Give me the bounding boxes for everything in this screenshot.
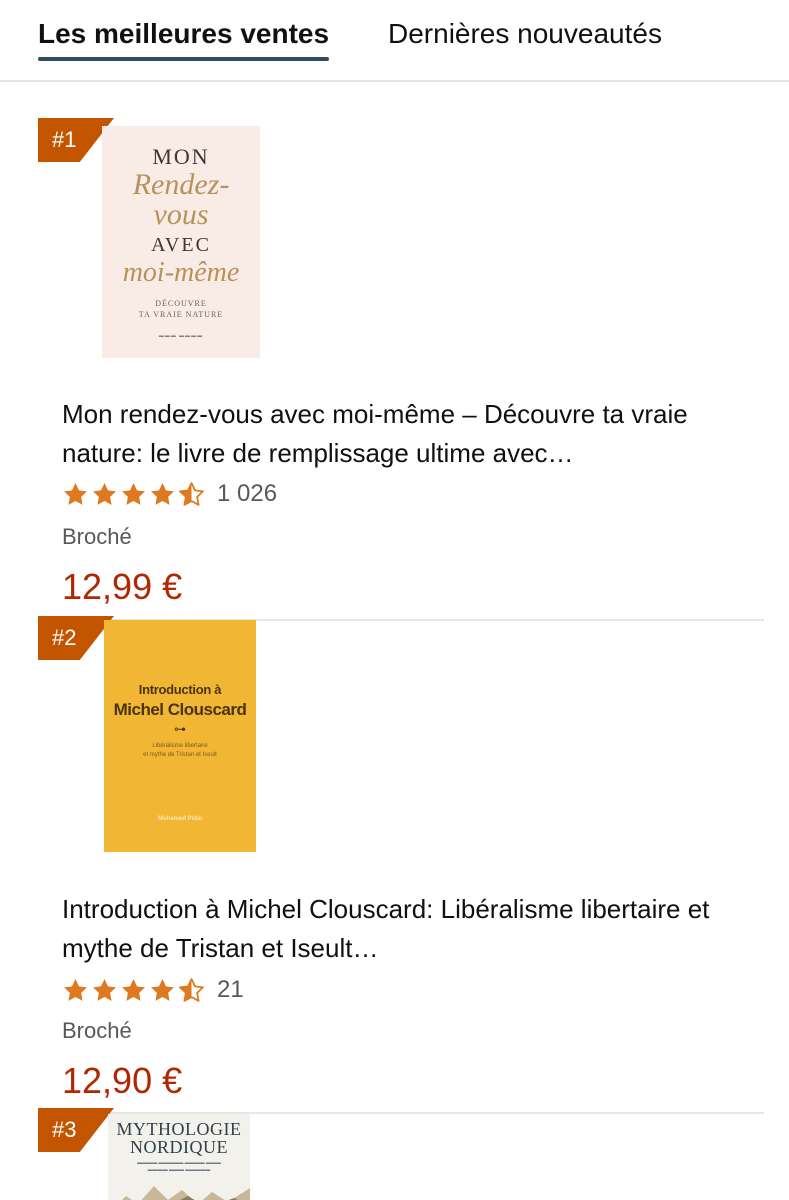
cover-text: MON [152,144,210,169]
star-half-icon [179,977,204,1002]
cover-text: NORDIQUE [130,1137,228,1157]
cover-text: vous [153,198,209,231]
cover-author-mark: ▬▬▬ ▬▬▬▬ [158,334,204,339]
star-full-icon [93,978,116,1001]
format-label: Broché [62,524,132,549]
tab-new-releases[interactable]: Dernières nouveautés [388,14,662,54]
format-label: Broché [62,1018,132,1043]
book-cover-image[interactable]: Introduction à Michel Clouscard ⊶ Libéra… [104,620,256,852]
star-rating [62,481,205,508]
star-full-icon [151,978,174,1001]
book-cover-image[interactable]: MYTHOLOGIE NORDIQUE ▬▬▬▬ ▬▬▬▬▬ ▬▬▬▬ ▬▬▬ ▬… [108,1114,250,1200]
rank-badge: #3 [38,1108,114,1152]
tab-bar: Les meilleures ventes Dernières nouveaut… [0,0,789,82]
cover-text: Rendez- [132,168,230,201]
cover-subtitle-line: et mythe de Tristan et Iseult [143,752,217,758]
star-rating [62,977,205,1004]
star-full-icon [64,978,87,1001]
price: 12,90 € [62,1060,183,1101]
cover-text: Introduction à [138,682,222,697]
book-cover-image[interactable]: MON Rendez- vous AVEC moi-même DÉCOUVRE … [102,126,260,358]
cover-subtitle-line: Libéralisme libertaire [152,743,208,749]
cover-title: MYTHOLOGIE NORDIQUE [108,1120,250,1156]
cover-illustration [122,1186,250,1200]
rating[interactable]: 21 [62,975,244,1005]
cover-text: MYTHOLOGIE [116,1119,242,1139]
rating[interactable]: 1 026 [62,479,277,509]
cover-text: Michel Clouscard [113,700,247,719]
cover-subtitle-mark: ▬▬▬▬ ▬▬▬▬▬ ▬▬▬▬ ▬▬▬ ▬▬▬▬ ▬▬▬ ▬▬▬▬▬ [137,1161,221,1173]
tab-best-sellers[interactable]: Les meilleures ventes [38,14,330,61]
star-full-icon [64,482,87,505]
rating-count: 21 [217,976,244,1003]
cover-subtitle-line: DÉCOUVRE [155,299,207,308]
cover-subtitle: Libéralisme libertaire et mythe de Trist… [104,742,256,760]
price: 12,99 € [62,566,183,607]
product-title-link[interactable]: Introduction à Michel Clouscard: Libéral… [62,890,752,968]
rating-count: 1 026 [217,480,278,507]
star-full-icon [122,482,145,505]
star-full-icon [93,482,116,505]
star-full-icon [122,978,145,1001]
star-full-icon [151,482,174,505]
cover-subtitle-line: TA VRAIE NATURE [138,310,224,319]
star-half-icon [179,481,204,506]
cover-text: AVEC [151,234,211,256]
product-title-link[interactable]: Mon rendez-vous avec moi-même – Découvre… [62,395,752,473]
rank-badge: #2 [38,616,114,660]
cover-text: moi-même [122,257,240,288]
cover-author: Mohamed Pidai [157,816,202,822]
key-icon: ⊶ [174,722,186,736]
cover-subtitle: DÉCOUVRE TA VRAIE NATURE [102,298,260,320]
